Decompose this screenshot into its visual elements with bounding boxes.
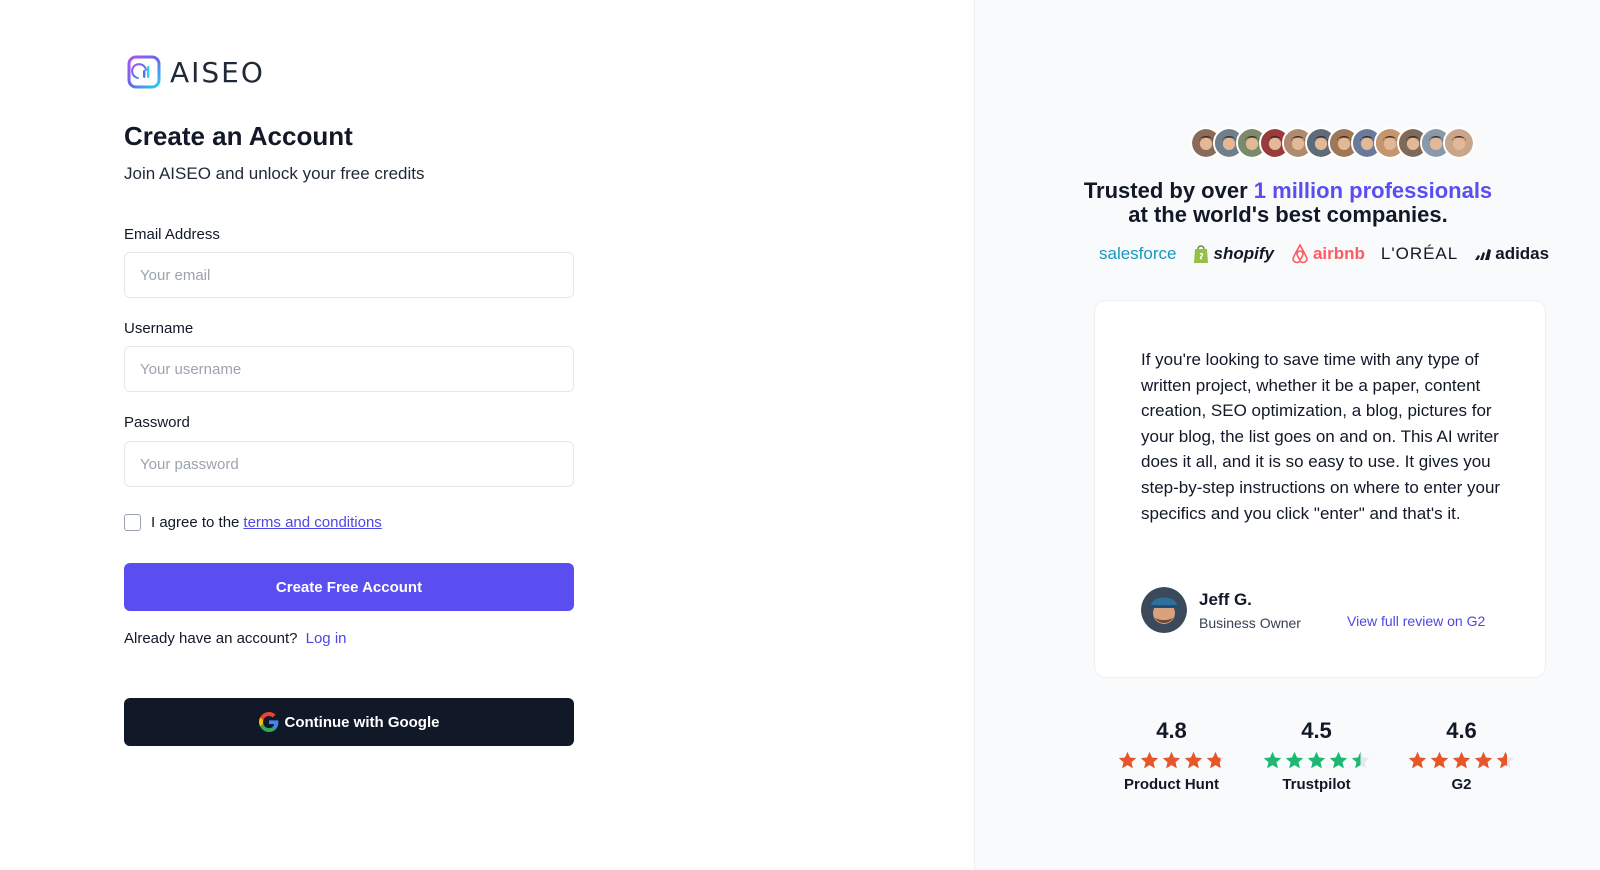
trusted-prefix: Trusted by over: [1083, 178, 1248, 203]
terms-link[interactable]: terms and conditions: [243, 514, 381, 531]
star-icon: [1329, 751, 1347, 769]
testimonial-text: If you're looking to save time with any …: [1141, 350, 1501, 523]
email-field[interactable]: [124, 252, 574, 298]
view-review-link[interactable]: View full review on G2: [1347, 613, 1485, 629]
rating-stars: [1117, 750, 1227, 771]
social-proof-panel: Trusted by over 1 million professionals …: [974, 0, 1600, 870]
rating-score: 4.6: [1446, 718, 1477, 743]
login-link[interactable]: Log in: [306, 630, 347, 647]
loreal-logo: L'ORÉAL: [1380, 244, 1459, 263]
star-icon: [1206, 751, 1224, 769]
star-icon: [1307, 751, 1325, 769]
shopify-bag-icon: [1194, 245, 1209, 263]
rating-product-hunt: 4.8 Product Hunt: [1099, 718, 1244, 793]
brand-logos: salesforce shopify airbnb L'ORÉAL adidas: [1099, 243, 1549, 265]
signup-panel: AISEO Create an Account Join AISEO and u…: [0, 0, 974, 870]
username-label: Username: [124, 320, 194, 337]
star-icon: [1140, 751, 1158, 769]
login-prompt: Already have an account? Log in: [124, 630, 347, 647]
user-avatar: [1443, 127, 1475, 159]
star-icon: [1351, 751, 1369, 769]
trusted-line-2: at the world's best companies.: [1128, 202, 1448, 227]
star-icon: [1430, 751, 1448, 769]
rating-score: 4.8: [1156, 718, 1187, 743]
star-icon: [1474, 751, 1492, 769]
star-icon: [1118, 751, 1136, 769]
terms-agreement: I agree to the terms and conditions: [124, 514, 382, 531]
rating-source: G2: [1451, 776, 1472, 793]
airbnb-logo: airbnb: [1290, 243, 1365, 265]
shopify-text: shopify: [1213, 244, 1274, 263]
reviewer-avatar: [1141, 587, 1187, 633]
reviewer-role: Business Owner: [1199, 615, 1301, 631]
star-icon: [1162, 751, 1180, 769]
trusted-line-1: Trusted by over 1 million professionals: [975, 179, 1600, 203]
rating-g2: 4.6 G2: [1389, 718, 1534, 793]
rating-score: 4.5: [1301, 718, 1332, 743]
password-field[interactable]: [124, 441, 574, 487]
google-signin-button[interactable]: Continue with Google: [124, 698, 574, 746]
page-title: Create an Account: [124, 121, 353, 151]
email-label: Email Address: [124, 226, 220, 243]
adidas-text: adidas: [1495, 244, 1550, 263]
ratings-row: 4.8 Product Hunt 4.5 Trustpilot 4.6 G2: [1099, 718, 1534, 793]
salesforce-logo: salesforce: [1099, 244, 1177, 263]
rating-stars: [1407, 750, 1517, 771]
terms-checkbox[interactable]: [124, 514, 141, 531]
star-icon: [1452, 751, 1470, 769]
adidas-stripes-icon: [1475, 249, 1492, 260]
rating-stars: [1262, 750, 1372, 771]
google-g-icon: [258, 712, 278, 732]
star-icon: [1285, 751, 1303, 769]
user-avatar-stack: [1190, 127, 1475, 159]
brand-name: AISEO: [170, 55, 265, 89]
airbnb-belo-icon: [1292, 243, 1308, 264]
aiseo-logo-icon: [127, 55, 161, 89]
shopify-logo: shopify: [1192, 244, 1274, 264]
create-account-button[interactable]: Create Free Account: [124, 563, 574, 611]
page-subtitle: Join AISEO and unlock your free credits: [124, 164, 425, 183]
star-icon: [1496, 751, 1514, 769]
star-icon: [1408, 751, 1426, 769]
terms-label: I agree to the: [151, 514, 240, 531]
google-button-label: Continue with Google: [284, 713, 440, 731]
star-icon: [1263, 751, 1281, 769]
rating-source: Product Hunt: [1124, 776, 1219, 793]
star-icon: [1184, 751, 1202, 769]
trusted-headline: Trusted by over 1 million professionals …: [975, 179, 1600, 227]
rating-trustpilot: 4.5 Trustpilot: [1244, 718, 1389, 793]
trusted-accent: 1 million professionals: [1253, 178, 1493, 203]
password-label: Password: [124, 414, 190, 431]
airbnb-text: airbnb: [1312, 244, 1365, 263]
login-prompt-text: Already have an account?: [124, 630, 298, 647]
adidas-logo: adidas: [1474, 244, 1549, 264]
reviewer-name: Jeff G.: [1199, 590, 1252, 609]
testimonial-card: If you're looking to save time with any …: [1094, 300, 1546, 678]
username-field[interactable]: [124, 346, 574, 392]
brand-logo[interactable]: AISEO: [126, 54, 265, 90]
rating-source: Trustpilot: [1282, 776, 1351, 793]
